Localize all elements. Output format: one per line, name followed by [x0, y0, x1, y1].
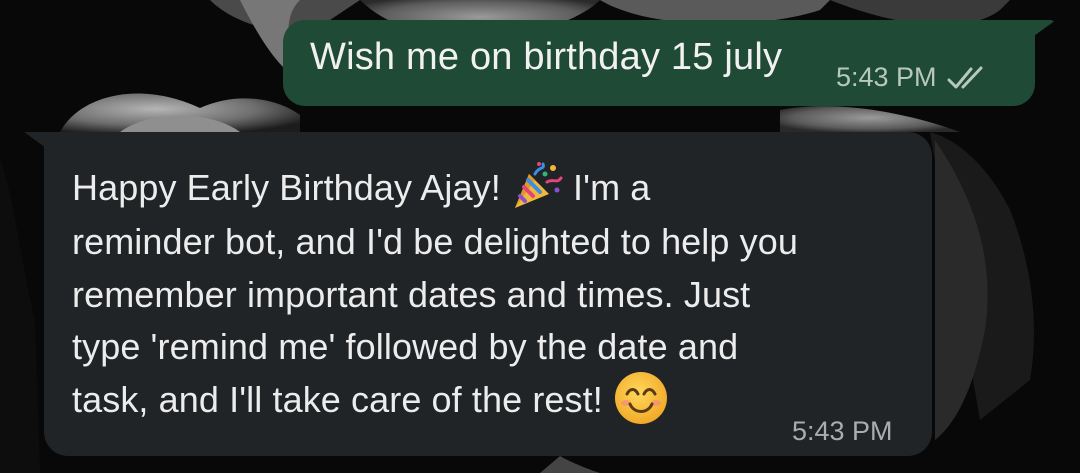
chat-screen: Wish me on birthday 15 july 5:43 PM Happ…: [0, 0, 1080, 473]
incoming-message-time: 5:43 PM: [792, 416, 893, 446]
double-check-icon: [947, 66, 983, 88]
outgoing-message-meta: 5:43 PM: [836, 62, 989, 93]
incoming-text-line-1a: Happy Early Birthday Ajay!: [72, 167, 501, 208]
party-popper-icon: [514, 162, 563, 209]
incoming-text-line-4: type 'remind me' followed by the date an…: [72, 326, 739, 368]
smiling-face-icon: [614, 372, 667, 425]
incoming-text-line-2: reminder bot, and I'd be delighted to he…: [72, 221, 798, 263]
incoming-text-line-1b: I'm a: [573, 167, 651, 208]
outgoing-message-time: 5:43 PM: [836, 62, 937, 92]
outgoing-message-text: Wish me on birthday 15 july: [310, 36, 783, 78]
incoming-message-text: Happy Early Birthday Ajay! I'm a reminde…: [72, 162, 922, 430]
incoming-text-line-5: task, and I'll take care of the rest!: [72, 378, 603, 420]
incoming-text-line-3: remember important dates and times. Just: [72, 273, 751, 315]
